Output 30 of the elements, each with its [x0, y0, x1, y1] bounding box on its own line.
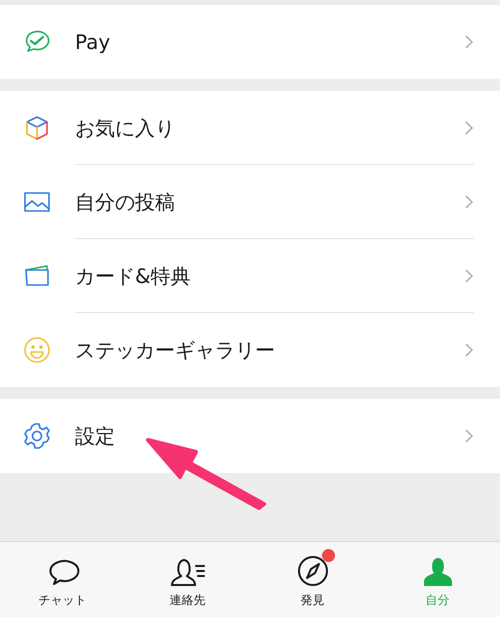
compass-icon: [296, 554, 328, 586]
menu-item-label: お気に入り: [75, 114, 176, 142]
chevron-right-icon: [464, 120, 474, 136]
smiley-icon: [23, 336, 51, 364]
menu-item-label: カード&特典: [75, 262, 192, 290]
card-icon: [23, 263, 51, 289]
chevron-right-icon: [464, 194, 474, 210]
cube-icon: [24, 114, 50, 142]
image-icon: [23, 190, 51, 214]
menu-item[interactable]: 設定: [0, 399, 500, 473]
chevron-right-icon: [464, 268, 474, 284]
menu-item[interactable]: ステッカーギャラリー: [0, 313, 500, 387]
chat-check-icon: [23, 30, 51, 54]
tab[interactable]: 連絡先: [125, 542, 250, 617]
menu-item[interactable]: お気に入り: [0, 91, 500, 165]
chevron-right-icon: [464, 34, 474, 50]
menu-item-label: Pay: [75, 29, 112, 56]
menu-item-label: 自分の投稿: [75, 188, 176, 216]
tab[interactable]: 発見: [250, 542, 375, 617]
tab[interactable]: チャット: [0, 542, 125, 617]
chevron-right-icon: [464, 342, 474, 358]
menu-item-label: 設定: [75, 423, 116, 450]
chevron-right-icon: [464, 428, 474, 444]
menu-item[interactable]: カード&特典: [0, 239, 500, 313]
menu-item[interactable]: 自分の投稿: [0, 165, 500, 239]
person-icon: [422, 556, 454, 586]
menu-item-label: ステッカーギャラリー: [75, 337, 276, 364]
settings-icon: [23, 422, 51, 450]
contacts-icon: [168, 556, 206, 586]
menu-item[interactable]: Pay: [0, 5, 500, 79]
